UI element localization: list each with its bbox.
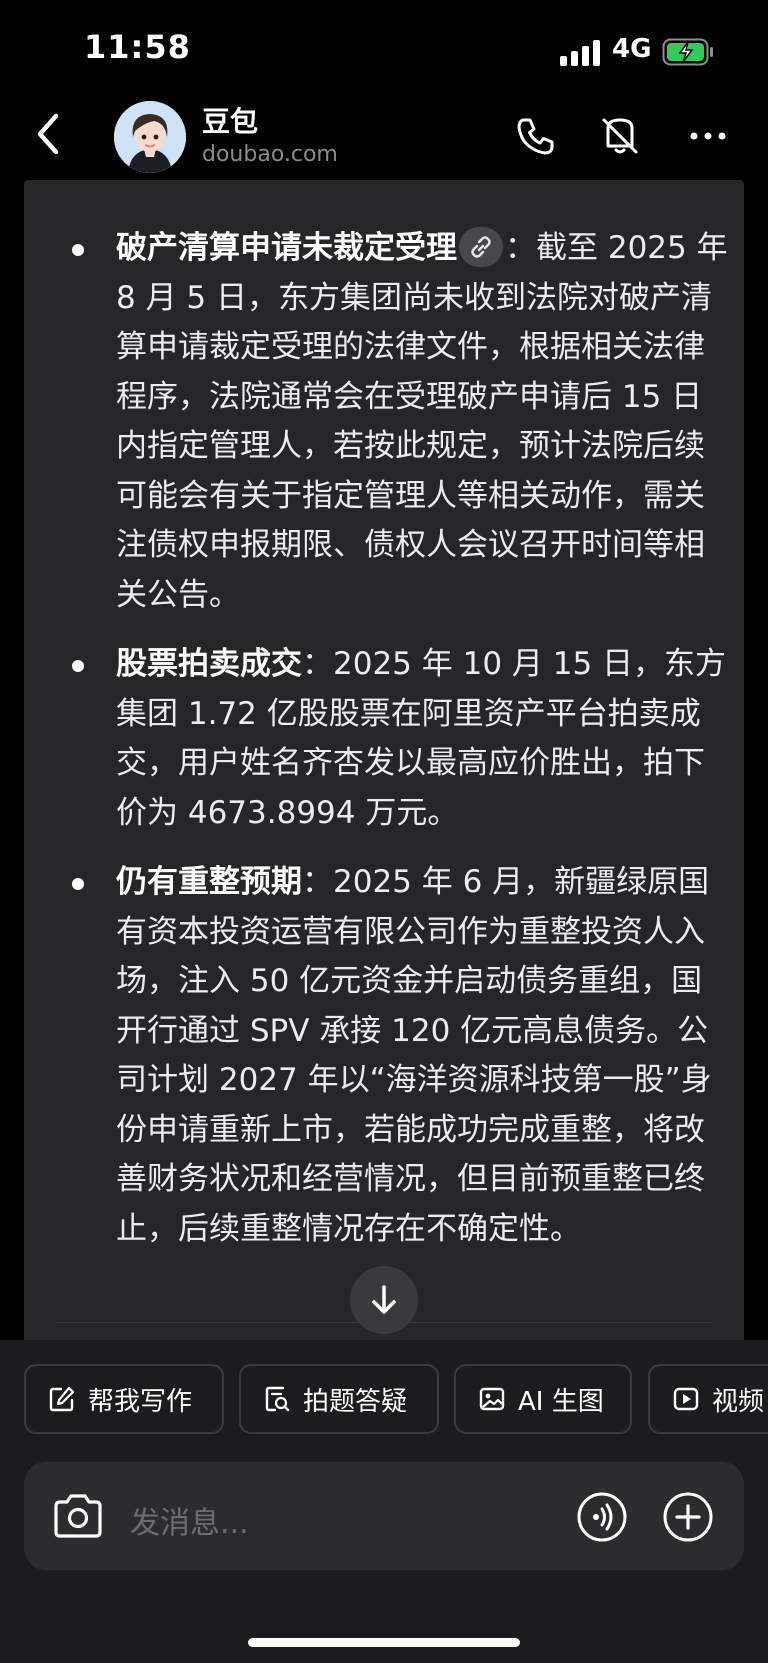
more-icon[interactable]: [686, 114, 730, 158]
back-icon[interactable]: [30, 108, 66, 160]
citation-link-icon[interactable]: [459, 227, 503, 267]
quick-action-write[interactable]: 帮我写作: [24, 1364, 224, 1434]
list-item: 股票拍卖成交：2025 年 10 月 15 日，东方集团 1.72 亿股股票在阿…: [64, 640, 730, 838]
voice-call-icon[interactable]: [576, 1491, 628, 1543]
network-type: 4G: [612, 34, 652, 64]
message-input[interactable]: 发消息...: [130, 1498, 249, 1542]
add-icon[interactable]: [662, 1491, 714, 1543]
assistant-message: 破产清算申请未裁定受理 ：截至 2025 年 8 月 5 日，东方集团尚未收到法院…: [24, 180, 744, 1340]
quick-action-label: 帮我写作: [88, 1386, 193, 1417]
quick-action-photo-question[interactable]: 拍题答疑: [239, 1364, 439, 1434]
list-item: 破产清算申请未裁定受理 ：截至 2025 年 8 月 5 日，东方集团尚未收到法院…: [64, 224, 730, 620]
camera-icon[interactable]: [52, 1492, 104, 1540]
image-icon: [479, 1387, 505, 1411]
chat-header: 豆包 doubao.com: [0, 96, 768, 178]
quick-action-label: AI 生图: [518, 1386, 604, 1417]
quick-action-ai-image[interactable]: AI 生图: [454, 1364, 632, 1434]
quick-action-video[interactable]: 视频: [648, 1364, 768, 1434]
signal-icon: [560, 40, 600, 66]
phone-icon[interactable]: [514, 114, 558, 158]
avatar[interactable]: [114, 101, 186, 173]
quick-action-label: 视频: [712, 1386, 765, 1417]
video-icon: [673, 1387, 699, 1411]
chat-title: 豆包: [202, 105, 259, 138]
bullet-heading: 破产清算申请未裁定受理: [116, 230, 457, 266]
message-bullet-list: 破产清算申请未裁定受理 ：截至 2025 年 8 月 5 日，东方集团尚未收到法院…: [64, 224, 730, 1274]
bullet-heading: 股票拍卖成交: [116, 646, 302, 682]
status-bar: 11:58 4G: [0, 0, 768, 100]
quick-action-label: 拍题答疑: [303, 1386, 408, 1417]
edit-icon: [49, 1386, 75, 1412]
status-time: 11:58: [84, 28, 191, 66]
speaker-muted-icon[interactable]: [598, 114, 642, 158]
scroll-to-bottom-button[interactable]: [350, 1266, 418, 1334]
bullet-text: ：2025 年 6 月，新疆绿原国有资本投资运营有限公司作为重整投资人入场，注入…: [116, 864, 712, 1247]
battery-icon: [662, 38, 713, 66]
bullet-heading: 仍有重整预期: [116, 864, 302, 900]
scan-question-icon: [265, 1386, 290, 1412]
bullet-text: ：截至 2025 年 8 月 5 日，东方集团尚未收到法院对破产清算申请裁定受理…: [116, 230, 728, 613]
list-item: 仍有重整预期：2025 年 6 月，新疆绿原国有资本投资运营有限公司作为重整投资…: [64, 858, 730, 1254]
home-indicator: [248, 1638, 520, 1647]
doubao-avatar-icon: [114, 101, 186, 173]
chat-subtitle: doubao.com: [202, 142, 338, 167]
arrow-down-icon: [372, 1285, 396, 1314]
